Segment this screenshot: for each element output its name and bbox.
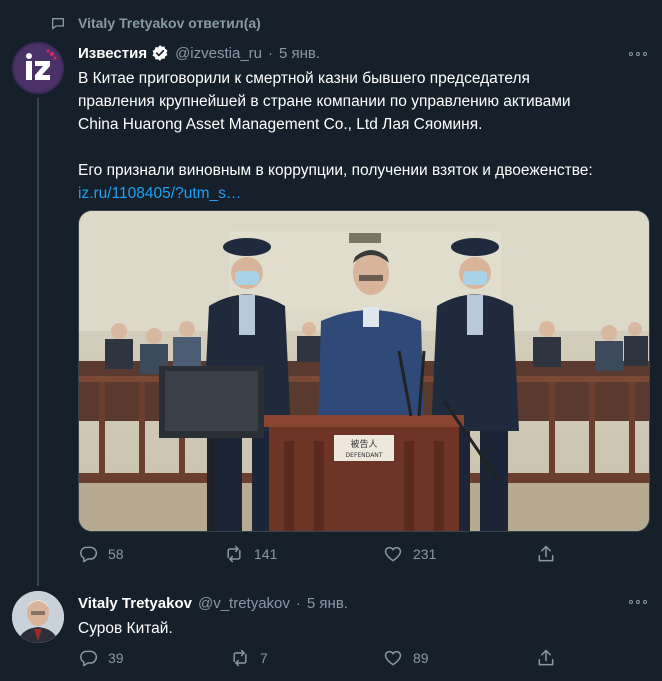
user-photo — [12, 591, 64, 643]
reply-context-icon — [52, 18, 64, 30]
retweet-button[interactable]: 7 — [230, 648, 268, 668]
like-button[interactable]: 231 — [383, 544, 436, 564]
tweet-header: Vitaly Tretyakov @v_tretyakov · 5 янв. — [78, 592, 348, 614]
reply-icon — [80, 546, 98, 563]
retweet-count: 141 — [254, 546, 278, 562]
tweet-link[interactable]: iz.ru/1108405/?utm_s… — [78, 185, 241, 202]
tweet-text-line: правления крупнейшей в стране компании п… — [78, 93, 571, 110]
handle[interactable]: @v_tretyakov — [198, 595, 290, 612]
share-button[interactable] — [536, 648, 556, 668]
svg-text:DEFENDANT: DEFENDANT — [346, 452, 383, 459]
share-icon — [538, 649, 554, 666]
reply-icon — [80, 650, 98, 667]
separator-dot: · — [268, 44, 274, 62]
reply-button[interactable]: 58 — [78, 544, 124, 564]
tweet-media-image[interactable]: 被告人 DEFENDANT — [78, 210, 650, 532]
reply-context-text[interactable]: Vitaly Tretyakov ответил(а) — [78, 15, 261, 31]
tweet-text: В Китае приговорили к смертной казни быв… — [78, 67, 653, 205]
avatar[interactable] — [12, 591, 64, 643]
display-name[interactable]: Vitaly Tretyakov — [78, 595, 192, 612]
timestamp[interactable]: 5 янв. — [279, 45, 320, 62]
tweet-actions: 58 141 231 — [78, 544, 558, 568]
svg-text:被告人: 被告人 — [350, 438, 377, 450]
tweet-text-line: China Huarong Asset Management Co., Ltd … — [78, 116, 483, 133]
izvestia-logo — [12, 42, 64, 94]
more-options-icon[interactable] — [628, 592, 648, 612]
retweet-icon — [233, 649, 247, 667]
retweet-icon — [227, 545, 241, 563]
tweet-text: Суров Китай. — [78, 617, 653, 640]
verified-badge-icon — [152, 45, 168, 61]
tweet-header: Известия @izvestia_ru · 5 янв. — [78, 42, 320, 64]
heart-icon — [384, 650, 402, 666]
heart-icon — [384, 546, 402, 562]
handle[interactable]: @izvestia_ru — [175, 45, 262, 62]
timestamp[interactable]: 5 янв. — [307, 595, 348, 612]
display-name[interactable]: Известия — [78, 45, 147, 62]
tweet-text-line: Суров Китай. — [78, 620, 173, 637]
reply-context-bar: Vitaly Tretyakov ответил(а) — [0, 0, 662, 40]
separator-dot: · — [295, 594, 301, 612]
tweet-text-line: В Китае приговорили к смертной казни быв… — [78, 70, 530, 87]
like-count: 231 — [413, 546, 437, 562]
reply-count: 58 — [108, 546, 124, 562]
tweet-actions: 39 7 89 — [78, 648, 558, 672]
thread-connector — [37, 98, 39, 586]
reply-button[interactable]: 39 — [78, 648, 124, 668]
more-options-icon[interactable] — [628, 44, 648, 64]
share-button[interactable] — [536, 544, 556, 564]
retweet-button[interactable]: 141 — [224, 544, 277, 564]
avatar[interactable] — [12, 42, 64, 94]
share-icon — [538, 545, 554, 562]
tweet-text-line: Его признали виновным в коррупции, получ… — [78, 162, 593, 179]
retweet-count: 7 — [260, 650, 268, 666]
like-button[interactable]: 89 — [383, 648, 429, 668]
reply-count: 39 — [108, 650, 124, 666]
courtroom-photo: 被告人 DEFENDANT — [79, 211, 649, 531]
like-count: 89 — [413, 650, 429, 666]
